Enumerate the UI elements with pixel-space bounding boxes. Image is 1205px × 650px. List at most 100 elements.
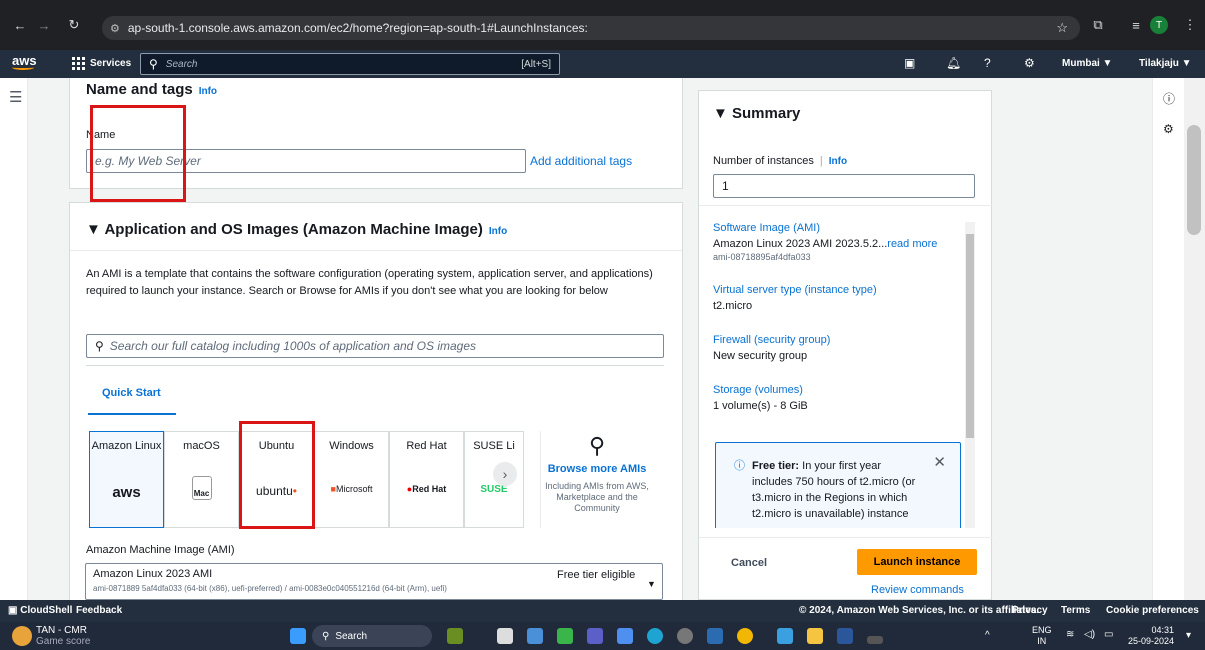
app-icon[interactable] (527, 628, 543, 644)
redhat-logo-icon: ●Red Hat (406, 484, 447, 494)
app-icon[interactable] (777, 628, 793, 644)
taskbar-search[interactable]: ⚲ Search (312, 625, 432, 647)
edge-icon[interactable] (647, 628, 663, 644)
free-tier-alert: ⓘ ✕ Free tier: In your first year includ… (715, 442, 961, 528)
summary-details: Software Image (AMI) Amazon Linux 2023 A… (713, 222, 963, 528)
software-image-link[interactable]: Software Image (AMI) (713, 222, 963, 234)
tab-quick-start[interactable]: Quick Start (102, 387, 161, 399)
summary-title[interactable]: ▼ Summary (713, 105, 800, 122)
launch-instance-button[interactable]: Launch instance (857, 549, 977, 575)
app-icon[interactable] (557, 628, 573, 644)
search-icon: ⚲ (322, 630, 330, 642)
url-text: ap-south-1.console.aws.amazon.com/ec2/ho… (127, 21, 588, 35)
address-bar[interactable]: ⚙ ap-south-1.console.aws.amazon.com/ec2/… (102, 16, 1080, 40)
summary-panel: ▼ Summary Number of instances | Info 1 Sof… (698, 90, 993, 600)
info-link[interactable]: Info (199, 86, 217, 97)
carousel-next-icon[interactable]: › (493, 462, 517, 486)
os-tile-windows[interactable]: Windows ■Microsoft (314, 431, 389, 528)
console-search-input[interactable]: ⚲ Search [Alt+S] (140, 53, 560, 75)
firewall-link[interactable]: Firewall (security group) (713, 334, 963, 346)
extensions-icon[interactable]: ⧉ (1088, 0, 1108, 50)
start-icon[interactable] (290, 628, 306, 644)
site-settings-icon[interactable]: ⚙ (110, 22, 120, 35)
bookmark-star-icon[interactable]: ☆ (1056, 20, 1068, 36)
microsoft-logo-icon: ■Microsoft (330, 484, 373, 494)
cookie-preferences-link[interactable]: Cookie preferences (1106, 605, 1199, 616)
page-scrollbar[interactable] (1184, 78, 1205, 600)
language-indicator[interactable]: ENG IN (1032, 625, 1052, 647)
instances-label: Number of instances | Info (713, 155, 848, 167)
launch-instance-page: ☰ Name and tags Info Name e.g. My Web Ser… (0, 78, 1205, 600)
os-tile-macos[interactable]: macOS Mac (164, 431, 239, 528)
notification-bell-icon[interactable]: ▾ (1186, 630, 1191, 641)
app-icon[interactable] (707, 628, 723, 644)
privacy-link[interactable]: Privacy (1012, 605, 1048, 616)
read-more-link[interactable]: read more (887, 238, 937, 250)
copyright-text: © 2024, Amazon Web Services, Inc. or its… (799, 605, 1040, 616)
forward-icon[interactable]: → (34, 0, 54, 50)
reading-list-icon[interactable]: ≡ (1126, 0, 1146, 50)
feedback-link[interactable]: Feedback (76, 605, 122, 616)
browser-toolbar: ← → ↻ ⚙ ap-south-1.console.aws.amazon.co… (0, 0, 1205, 50)
file-explorer-icon[interactable] (807, 628, 823, 644)
highlight-box-name (90, 105, 186, 202)
suse-logo-icon: SUSE (480, 484, 508, 495)
info-link[interactable]: Info (829, 156, 847, 167)
app-icon[interactable] (617, 628, 633, 644)
storage-link[interactable]: Storage (volumes) (713, 384, 963, 396)
left-nav-rail: ☰ (0, 78, 28, 600)
instance-type-link[interactable]: Virtual server type (instance type) (713, 284, 963, 296)
volume-icon[interactable]: ◁) (1084, 629, 1095, 640)
cancel-button[interactable]: Cancel (731, 557, 767, 569)
ami-select[interactable]: Amazon Linux 2023 AMI ami-0871889 5af4df… (85, 563, 663, 600)
mac-logo-icon: Mac (165, 476, 238, 500)
reload-icon[interactable]: ↻ (64, 0, 84, 50)
teams-icon[interactable] (587, 628, 603, 644)
widget-icon[interactable] (12, 626, 32, 646)
close-icon[interactable]: ✕ (933, 453, 946, 471)
info-link[interactable]: Info (489, 226, 507, 237)
console-footer: ▣ CloudShell Feedback © 2024, Amazon Web… (0, 600, 1205, 622)
terms-link[interactable]: Terms (1061, 605, 1090, 616)
search-icon: ⚲ (149, 57, 158, 71)
aws-logo[interactable]: aws (12, 54, 37, 70)
profile-avatar[interactable]: T (1150, 16, 1168, 34)
ami-search-input[interactable]: ⚲ Search our full catalog including 1000s… (86, 334, 664, 358)
account-menu[interactable]: Tilakjaju ▼ (1139, 58, 1192, 69)
settings-icon[interactable]: ⚙ (1163, 122, 1174, 136)
info-circle-icon: ⓘ (734, 460, 745, 472)
cloudshell-icon[interactable]: ▣ (904, 56, 915, 70)
notifications-bell-icon[interactable]: 🔔︎ (946, 56, 961, 70)
instances-input[interactable]: 1 (713, 174, 975, 198)
add-additional-tags-link[interactable]: Add additional tags (530, 154, 632, 168)
review-commands-link[interactable]: Review commands (871, 584, 964, 596)
summary-scrollbar[interactable] (965, 222, 975, 528)
help-icon[interactable]: ? (984, 56, 991, 70)
chrome-icon[interactable] (737, 628, 753, 644)
hamburger-menu-icon[interactable]: ☰ (9, 88, 22, 106)
app-icon[interactable] (497, 628, 513, 644)
windows-taskbar: TAN - CMR Game score ⚲ Search ^ ENG IN ≋ ◁)… (0, 622, 1205, 650)
browse-more-amis[interactable]: ⚲ Browse more AMIs Including AMIs from A… (540, 431, 653, 528)
info-panel-icon[interactable]: ⓘ (1163, 90, 1175, 107)
battery-icon[interactable]: ▭ (1104, 629, 1113, 640)
browser-menu-icon[interactable]: ⋮ (1180, 0, 1200, 50)
clock[interactable]: 04:31 25-09-2024 (1128, 625, 1174, 647)
back-icon[interactable]: ← (10, 0, 30, 50)
app-icon[interactable] (447, 628, 463, 644)
settings-gear-icon[interactable]: ⚙ (1024, 56, 1035, 70)
services-menu[interactable]: Services (72, 57, 131, 70)
cloudshell-button[interactable]: ▣ CloudShell (8, 605, 72, 616)
chevron-up-icon[interactable]: ^ (985, 630, 990, 641)
os-tile-amazon-linux[interactable]: Amazon Linux aws (89, 431, 164, 528)
word-icon[interactable] (837, 628, 853, 644)
os-tile-suse[interactable]: SUSE Li SUSE › (464, 431, 524, 528)
divider (70, 250, 682, 251)
weather-widget[interactable]: TAN - CMR Game score (36, 625, 90, 647)
region-selector[interactable]: Mumbai ▼ (1062, 58, 1112, 69)
os-tile-redhat[interactable]: Red Hat ●Red Hat (389, 431, 464, 528)
wifi-icon[interactable]: ≋ (1066, 629, 1074, 640)
app-icon[interactable] (867, 636, 883, 644)
search-icon: ⚲ (95, 339, 104, 353)
app-icon[interactable] (677, 628, 693, 644)
